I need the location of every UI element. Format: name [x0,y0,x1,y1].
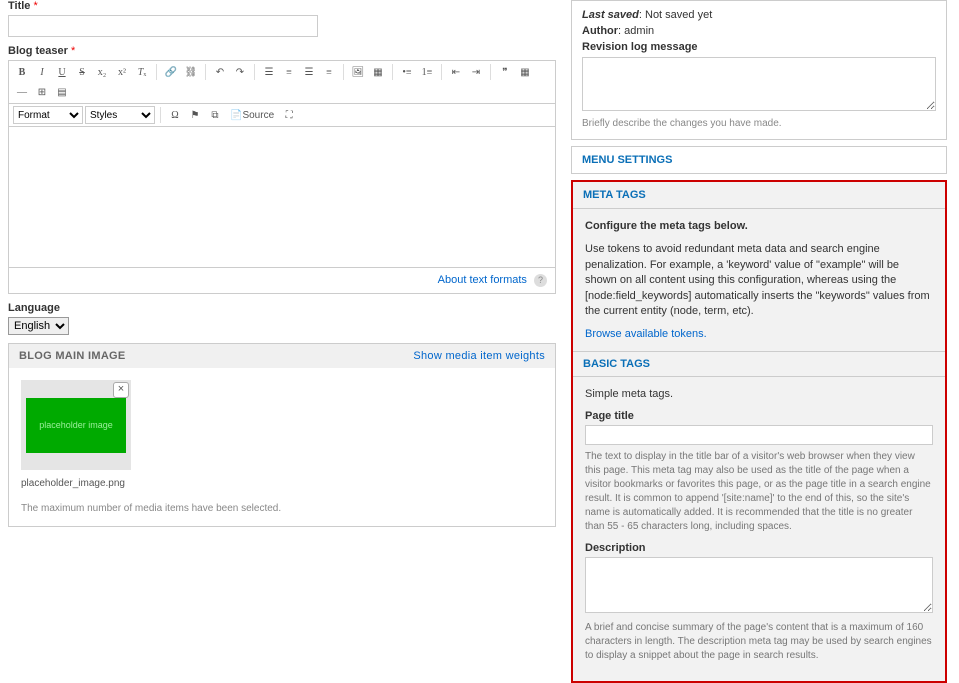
source-button[interactable]: 📄 Source [226,106,278,124]
undo-icon[interactable]: ↶ [211,63,229,81]
title-label: Title * [8,0,556,12]
about-text-formats-link[interactable]: About text formats [438,274,527,286]
format-select[interactable]: Format [13,106,83,124]
revision-log-label: Revision log message [582,41,698,53]
template-icon[interactable]: ⊞ [33,83,51,101]
about-formats-row: About text formats ? [8,268,556,294]
revision-log-help: Briefly describe the changes you have ma… [582,118,936,129]
meta-tokens-help: Use tokens to avoid redundant meta data … [585,242,933,319]
page-title-help: The text to display in the title bar of … [585,450,933,534]
thumbnail-wrapper: × placeholder image placeholder_image.pn… [21,380,131,489]
code-icon[interactable]: ⧉ [206,106,224,124]
align-justify-icon[interactable]: ≡ [320,63,338,81]
teaser-label: Blog teaser * [8,45,556,57]
page-title-input[interactable] [585,425,933,445]
blockquote-icon[interactable]: ❞ [496,63,514,81]
redo-icon[interactable]: ↷ [231,63,249,81]
unlink-icon[interactable]: ⛓ [182,63,200,81]
underline-icon[interactable]: U [53,63,71,81]
italic-icon[interactable]: I [33,63,51,81]
indent-icon[interactable]: ⇥ [467,63,485,81]
media-icon[interactable]: ▦ [369,63,387,81]
link-icon[interactable]: 🔗 [162,63,180,81]
align-center-icon[interactable]: ≡ [280,63,298,81]
rich-text-editor: B I U S x₂ x² Tₓ 🔗 ⛓ ↶ ↷ ☰ ≡ ☰ [8,60,556,268]
last-saved-row: Last saved: Not saved yet [582,9,936,21]
page-title-label: Page title [585,410,634,422]
menu-settings-section[interactable]: MENU SETTINGS [571,146,947,174]
language-select[interactable]: English [8,317,69,335]
outdent-icon[interactable]: ⇤ [447,63,465,81]
remove-thumbnail-button[interactable]: × [113,382,129,398]
align-left-icon[interactable]: ☰ [260,63,278,81]
align-right-icon[interactable]: ☰ [300,63,318,81]
meta-tags-heading[interactable]: META TAGS [573,182,945,209]
meta-configure-text: Configure the meta tags below. [585,219,933,234]
superscript-icon[interactable]: x² [113,63,131,81]
description-textarea[interactable] [585,557,933,613]
image-icon[interactable]: 🖼 [349,63,367,81]
title-input[interactable] [8,15,318,37]
table-icon[interactable]: ▦ [516,63,534,81]
show-weights-link[interactable]: Show media item weights [413,350,545,362]
meta-tags-panel: META TAGS Configure the meta tags below.… [571,180,947,683]
styles-select[interactable]: Styles [85,106,155,124]
editor-toolbar-2: Format Styles Ω ⚑ ⧉ 📄 Source ⛶ [9,104,555,127]
thumbnail-image: placeholder image [26,398,126,453]
basic-tags-heading[interactable]: BASIC TAGS [573,351,945,377]
anchor-icon[interactable]: ⚑ [186,106,204,124]
snippet-icon[interactable]: ▤ [53,83,71,101]
bold-icon[interactable]: B [13,63,31,81]
maximize-icon[interactable]: ⛶ [280,106,298,124]
blog-main-image-panel: BLOG MAIN IMAGE Show media item weights … [8,343,556,527]
help-icon[interactable]: ? [534,274,547,287]
simple-meta-text: Simple meta tags. [585,387,933,402]
editor-toolbar-1: B I U S x₂ x² Tₓ 🔗 ⛓ ↶ ↷ ☰ ≡ ☰ [9,61,555,104]
omega-icon[interactable]: Ω [166,106,184,124]
browse-tokens-link[interactable]: Browse available tokens. [585,328,707,340]
description-help: A brief and concise summary of the page'… [585,621,933,663]
bullet-list-icon[interactable]: •≡ [398,63,416,81]
subscript-icon[interactable]: x₂ [93,63,111,81]
editor-textarea[interactable] [9,127,555,267]
author-row: Author: admin [582,25,936,37]
max-items-message: The maximum number of media items have b… [21,503,543,514]
strike-icon[interactable]: S [73,63,91,81]
blog-main-image-heading: BLOG MAIN IMAGE [19,350,126,362]
hr-icon[interactable]: — [13,83,31,101]
thumbnail-filename: placeholder_image.png [21,478,131,489]
remove-format-icon[interactable]: Tₓ [133,63,151,81]
description-label: Description [585,542,933,554]
number-list-icon[interactable]: 1≡ [418,63,436,81]
language-label: Language [8,302,556,314]
revision-log-textarea[interactable] [582,57,936,111]
